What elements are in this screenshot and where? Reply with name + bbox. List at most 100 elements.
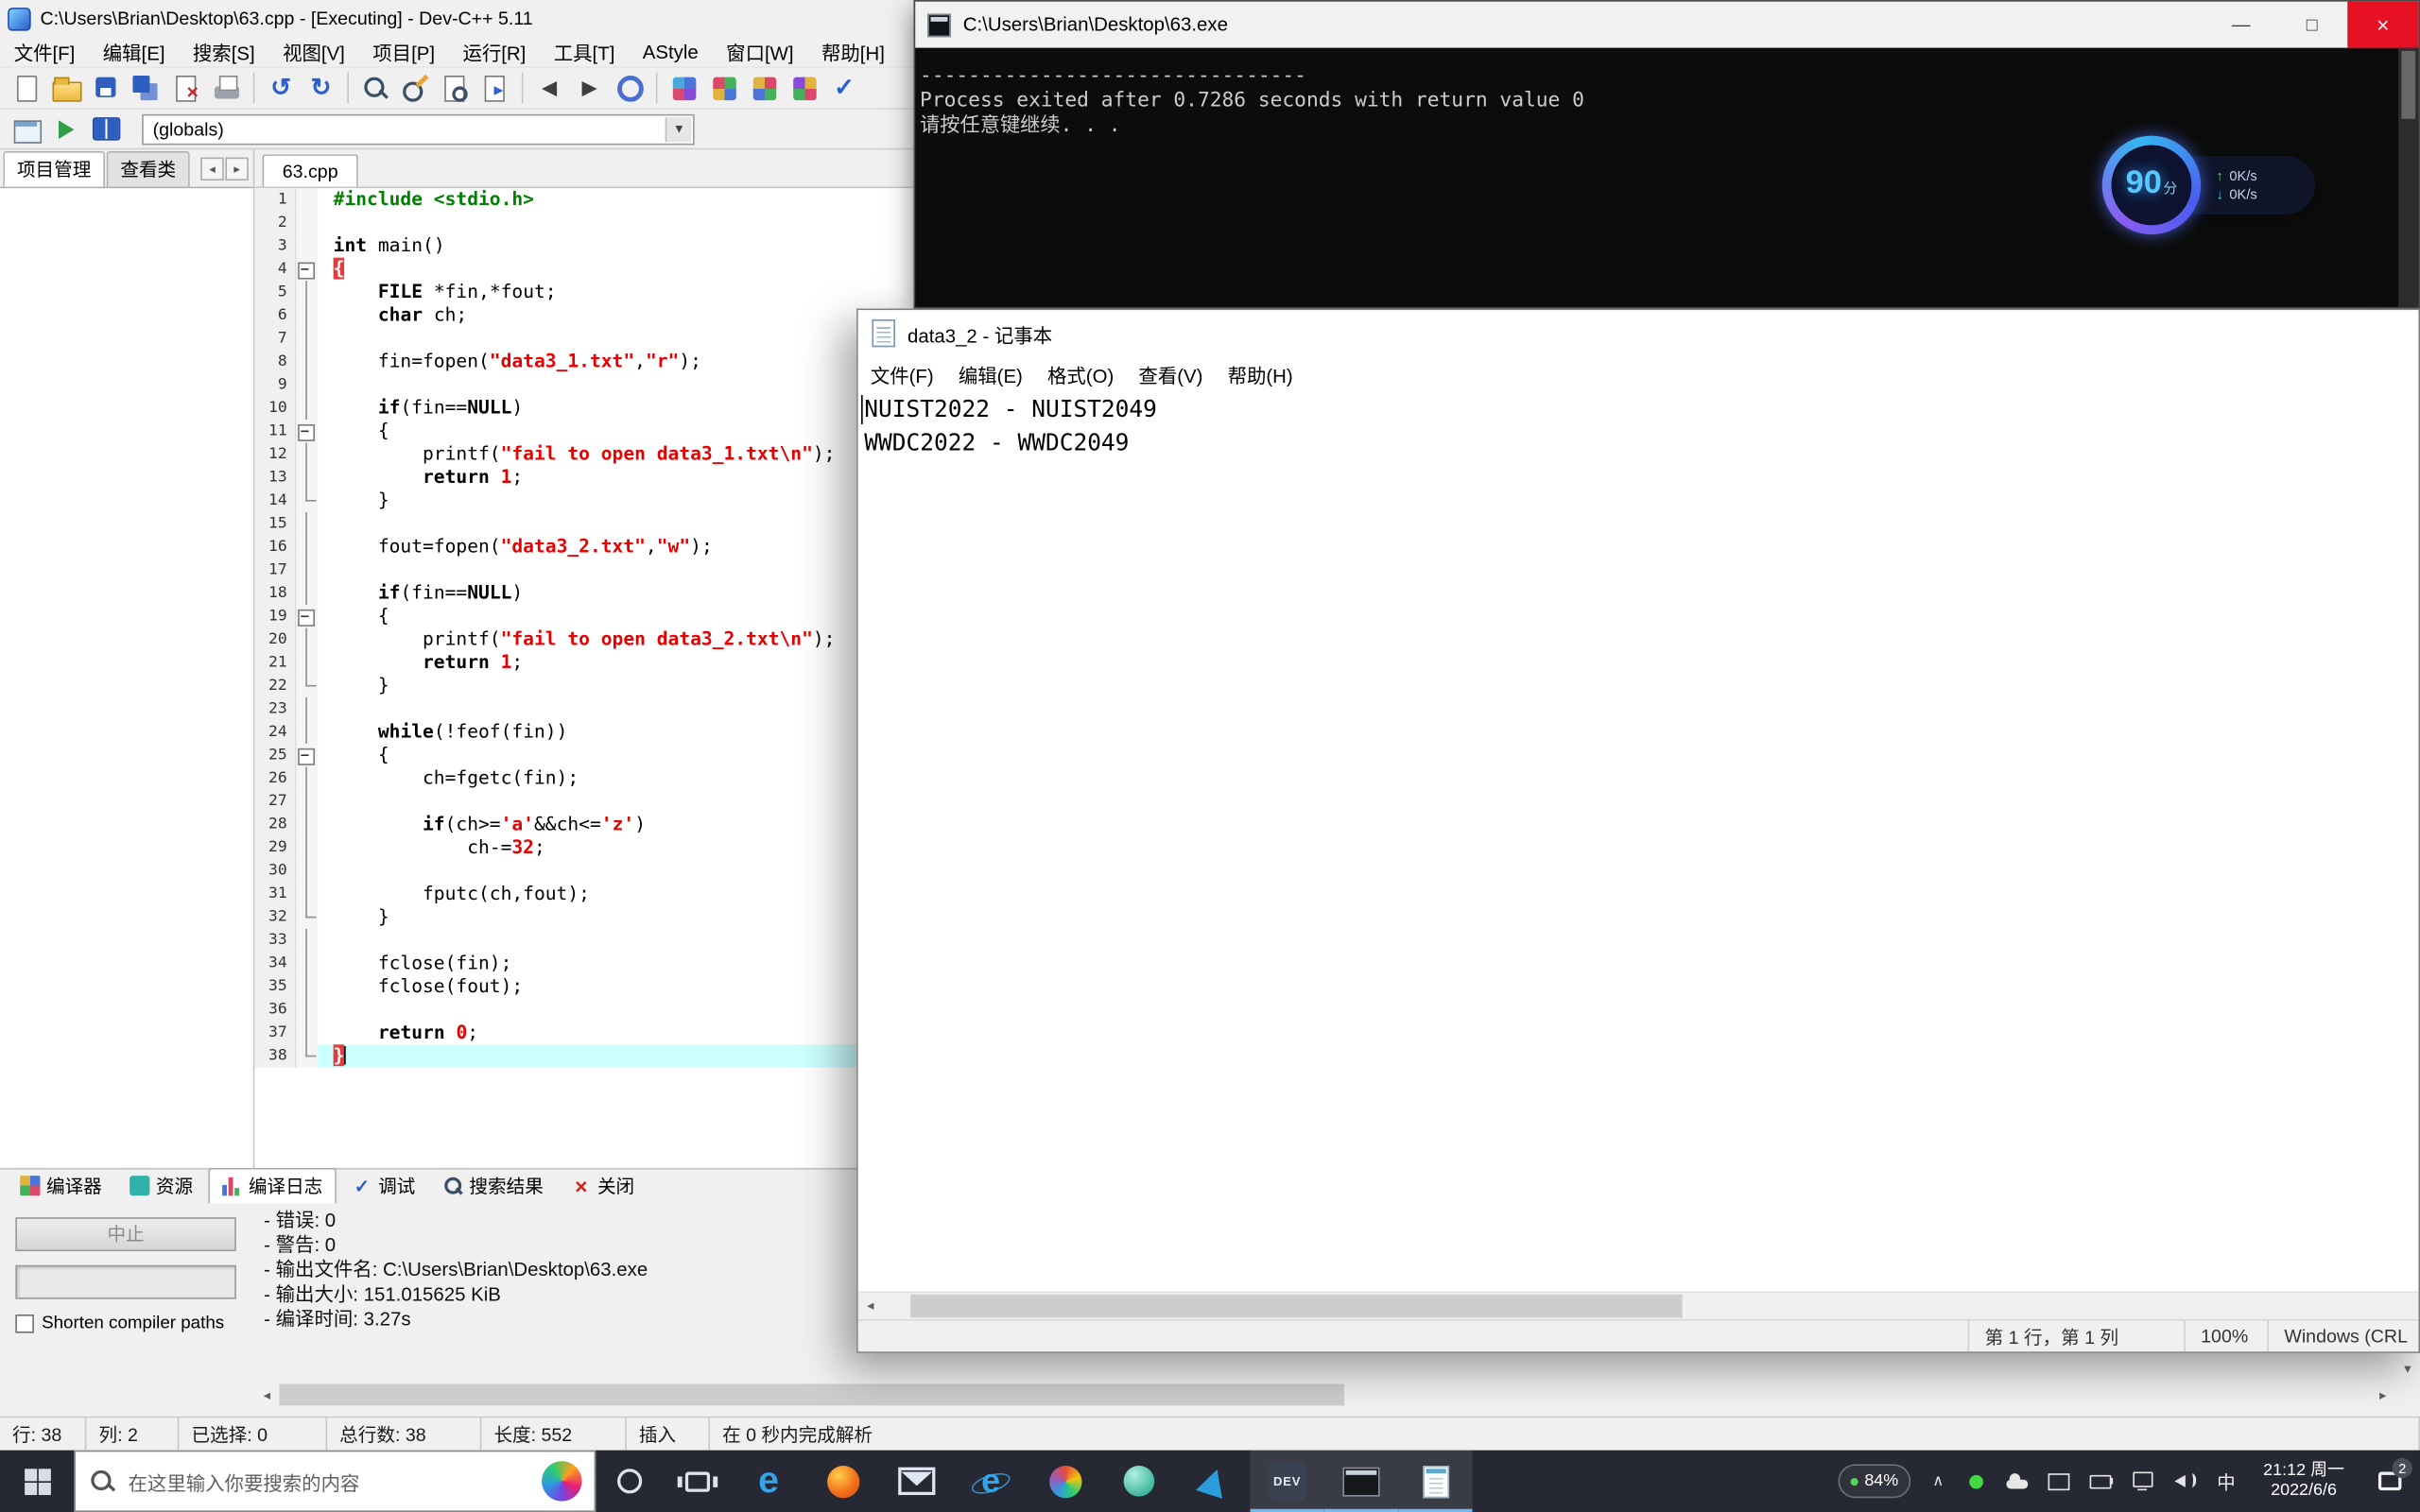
- devcpp-menu-item[interactable]: 编辑[E]: [89, 34, 179, 70]
- redo-icon[interactable]: [301, 69, 340, 106]
- devcpp-menu-item[interactable]: 搜索[S]: [179, 34, 268, 70]
- notepad-hscroll-thumb[interactable]: [910, 1294, 1683, 1318]
- start-button[interactable]: [0, 1451, 74, 1512]
- chevron-down-icon[interactable]: ▼: [665, 116, 692, 142]
- scroll-down-icon[interactable]: ▾: [2394, 1356, 2420, 1383]
- cortana-button[interactable]: [596, 1451, 664, 1512]
- abort-button[interactable]: 中止: [15, 1217, 236, 1252]
- close-button[interactable]: ×: [2347, 1, 2419, 48]
- notepad-taskbar-icon[interactable]: [1398, 1450, 1473, 1512]
- network-icon[interactable]: [2129, 1469, 2156, 1493]
- tab-compile-log[interactable]: 编译日志: [208, 1167, 337, 1204]
- action-center-button[interactable]: 2: [2359, 1451, 2420, 1512]
- tray-battery-icon[interactable]: [2087, 1469, 2115, 1493]
- class-browser-icon[interactable]: [86, 111, 126, 147]
- task-view-button[interactable]: [664, 1451, 732, 1512]
- compile-icon[interactable]: [664, 69, 703, 106]
- rebuild-all-icon[interactable]: [784, 69, 823, 106]
- minimize-button[interactable]: —: [2205, 2, 2276, 48]
- edge-icon[interactable]: [732, 1451, 805, 1512]
- shorten-paths-checkbox[interactable]: [15, 1314, 34, 1333]
- notepad-menu-item[interactable]: 格式(O): [1035, 355, 1126, 391]
- replace-icon[interactable]: [395, 69, 435, 106]
- colorful-app-icon[interactable]: [1028, 1451, 1101, 1512]
- maximize-button[interactable]: □: [2276, 2, 2347, 48]
- fold-marker[interactable]: [296, 257, 319, 282]
- find-in-files-icon[interactable]: [435, 69, 475, 106]
- new-file-icon[interactable]: [7, 69, 46, 106]
- open-project-icon[interactable]: [7, 111, 46, 147]
- hidden-icons-chevron-icon[interactable]: ∧: [1932, 1472, 1944, 1489]
- scroll-left-icon[interactable]: ◂: [254, 1383, 279, 1407]
- notepad-hscrollbar[interactable]: ◂: [857, 1291, 2419, 1319]
- print-icon[interactable]: [207, 69, 247, 106]
- hscroll-thumb[interactable]: [279, 1383, 1345, 1406]
- fold-marker[interactable]: [296, 743, 319, 767]
- notepad-titlebar[interactable]: data3_2 - 记事本: [857, 310, 2419, 357]
- save-all-icon[interactable]: [127, 69, 166, 106]
- ime-indicator[interactable]: 中: [2212, 1469, 2239, 1493]
- forward-icon[interactable]: [569, 69, 609, 106]
- devcpp-taskbar-icon[interactable]: DEV: [1250, 1450, 1324, 1512]
- tab-compiler[interactable]: 编译器: [8, 1170, 114, 1204]
- devcpp-menu-item[interactable]: 视图[V]: [268, 34, 358, 70]
- goto-line-icon[interactable]: [475, 69, 515, 106]
- open-file-icon[interactable]: [46, 69, 86, 106]
- speed-ball-widget[interactable]: ↑ 0K/s ↓ 0K/s 90 分: [2101, 135, 2319, 235]
- tab-63cpp[interactable]: 63.cpp: [262, 154, 358, 187]
- console-taskbar-icon[interactable]: [1323, 1450, 1399, 1512]
- notepad-menu-item[interactable]: 查看(V): [1126, 355, 1215, 391]
- devcpp-menu-item[interactable]: 窗口[W]: [712, 34, 807, 70]
- orange-app-icon[interactable]: [805, 1451, 879, 1512]
- tab-scroll-left-icon[interactable]: ◂: [200, 157, 224, 181]
- devcpp-menu-item[interactable]: 帮助[H]: [807, 34, 898, 70]
- notepad-menu-item[interactable]: 文件(F): [858, 355, 946, 391]
- cloud-icon[interactable]: [2004, 1469, 2031, 1493]
- goto-definition-icon[interactable]: [46, 111, 86, 147]
- clock[interactable]: 21:12 周一 2022/6/6: [2249, 1461, 2358, 1501]
- console-titlebar[interactable]: C:\Users\Brian\Desktop\63.exe — □ ×: [915, 1, 2419, 48]
- sidebar-tab-project[interactable]: 项目管理: [3, 151, 106, 187]
- fold-marker[interactable]: [296, 605, 319, 628]
- notepad-text-area[interactable]: NUIST2022 - NUIST2049 WWDC2022 - WWDC204…: [857, 390, 2419, 1292]
- battery-percentage[interactable]: 84%: [1838, 1464, 1911, 1499]
- search-highlights-icon[interactable]: [542, 1461, 582, 1502]
- close-file-icon[interactable]: [166, 69, 206, 106]
- score-ring-icon[interactable]: 90 分: [2101, 135, 2202, 235]
- teal-app-icon[interactable]: [1102, 1451, 1176, 1512]
- globals-combobox[interactable]: (globals) ▼: [142, 113, 695, 145]
- debug-icon[interactable]: [824, 69, 864, 106]
- tray-mail-icon[interactable]: [2046, 1469, 2073, 1493]
- tab-search-results[interactable]: 搜索结果: [431, 1170, 556, 1204]
- devcpp-menu-item[interactable]: AStyle: [629, 38, 712, 65]
- ie-icon[interactable]: [954, 1451, 1028, 1512]
- run-icon[interactable]: [703, 69, 743, 106]
- tab-resources[interactable]: 资源: [117, 1170, 205, 1204]
- volume-icon[interactable]: [2170, 1469, 2198, 1493]
- compile-run-icon[interactable]: [744, 69, 784, 106]
- devcpp-menu-item[interactable]: 文件[F]: [0, 34, 89, 70]
- editor-hscrollbar[interactable]: ◂ ▸: [254, 1382, 2395, 1407]
- scroll-right-icon[interactable]: ▸: [2371, 1383, 2395, 1407]
- tab-debug[interactable]: 调试: [339, 1170, 427, 1204]
- back-icon[interactable]: [529, 69, 569, 106]
- mail-icon[interactable]: [880, 1451, 954, 1512]
- console-vscrollbar[interactable]: [2398, 47, 2419, 307]
- kite-app-icon[interactable]: [1176, 1451, 1250, 1512]
- notepad-hscroll-track[interactable]: [882, 1293, 2419, 1319]
- green-status-icon[interactable]: [1962, 1469, 1990, 1493]
- tab-close[interactable]: 关闭: [559, 1170, 647, 1204]
- hscroll-track[interactable]: [279, 1382, 2371, 1407]
- notepad-menu-item[interactable]: 帮助(H): [1216, 355, 1305, 391]
- notepad-menu-item[interactable]: 编辑(E): [946, 355, 1035, 391]
- undo-icon[interactable]: [261, 69, 301, 106]
- scroll-left-icon[interactable]: ◂: [858, 1293, 883, 1317]
- devcpp-menu-item[interactable]: 工具[T]: [540, 34, 629, 70]
- fold-marker[interactable]: [296, 420, 319, 443]
- devcpp-menu-item[interactable]: 运行[R]: [449, 34, 540, 70]
- sidebar-tab-classes[interactable]: 查看类: [106, 151, 190, 187]
- find-icon[interactable]: [355, 69, 395, 106]
- search-box[interactable]: 在这里输入你要搜索的内容: [74, 1450, 596, 1512]
- save-icon[interactable]: [86, 69, 126, 106]
- tab-scroll-right-icon[interactable]: ▸: [225, 157, 249, 181]
